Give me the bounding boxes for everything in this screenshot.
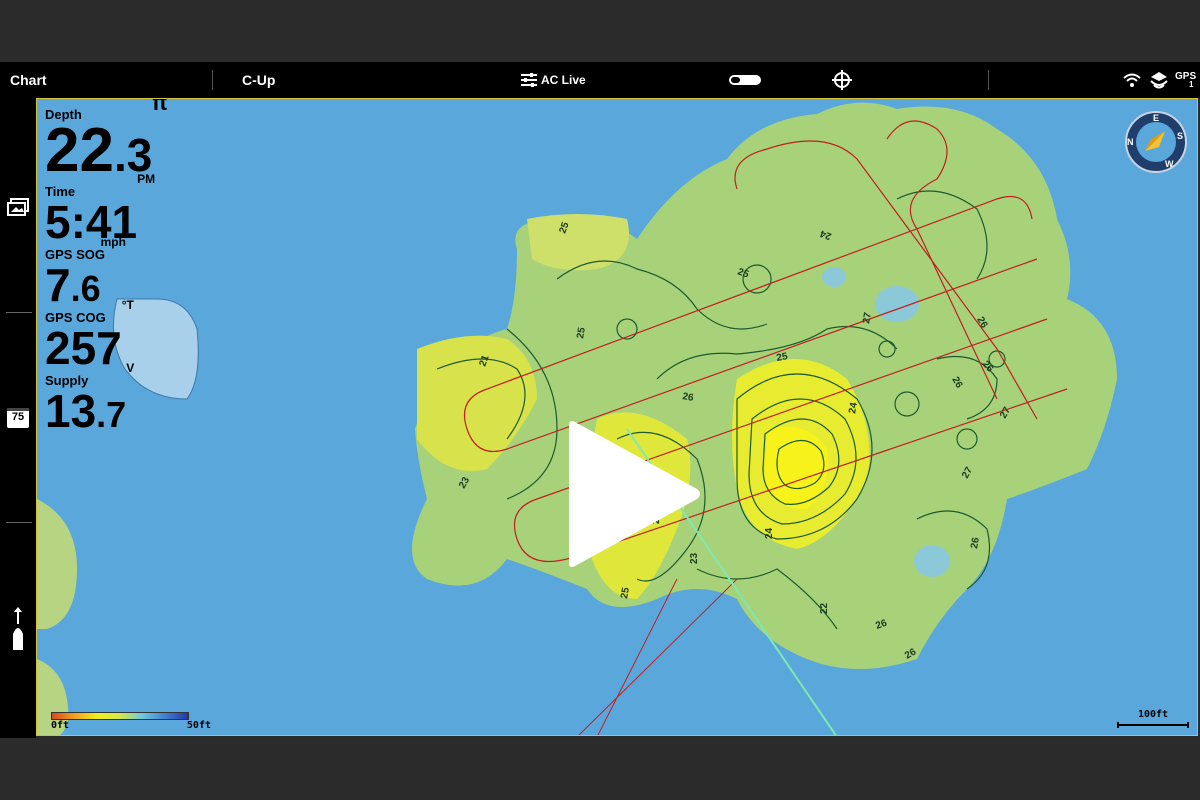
- supply-unit: V: [126, 361, 135, 375]
- cog-value: 257 °T: [45, 299, 167, 374]
- supply-value: 13.7 V: [45, 362, 167, 437]
- depth-unit: ft: [152, 98, 167, 115]
- scale-min: 0ft: [51, 720, 70, 731]
- water-temp-value: 75: [11, 411, 25, 423]
- depth-color-scale: 0ft 50ft: [51, 712, 211, 731]
- top-status-bar: Chart C-Up AC Live GPS 1: [0, 62, 1200, 98]
- land-area: [37, 499, 77, 629]
- depth-int: 22: [45, 116, 114, 185]
- compass-w: W: [1165, 159, 1174, 169]
- gps-sub: 1: [1189, 80, 1194, 89]
- left-sidebar: 75: [0, 98, 36, 738]
- deep-spot: [822, 267, 846, 287]
- separator: [212, 70, 213, 90]
- supply-dec: .7: [96, 394, 127, 435]
- chart-map[interactable]: 25 25 24 21 23 25 26 26 27 25 24 23 22 2…: [36, 98, 1198, 736]
- separator: [6, 312, 32, 313]
- time-ampm: PM: [137, 172, 156, 186]
- separator: [988, 70, 989, 90]
- distance-label: 100ft: [1137, 709, 1169, 720]
- wifi-icon[interactable]: [1122, 62, 1142, 98]
- gps-status[interactable]: GPS 1: [1175, 62, 1196, 98]
- cog-main: 257: [45, 322, 122, 374]
- battery-pill-icon[interactable]: [728, 62, 762, 98]
- sliders-icon: [521, 73, 537, 87]
- deep-spot: [914, 545, 950, 577]
- data-readouts: Depth 22.3ft Time 5:41PM GPS SOG 7.6mph …: [45, 99, 167, 437]
- sog-dec: .6: [70, 268, 101, 309]
- play-button[interactable]: [565, 419, 705, 574]
- orientation-button[interactable]: C-Up: [242, 62, 275, 98]
- compass-rose[interactable]: E S N W: [1125, 111, 1187, 178]
- screens-icon[interactable]: [7, 198, 29, 221]
- map-canvas[interactable]: 25 25 24 21 23 25 26 26 27 25 24 23 22 2…: [37, 99, 1198, 736]
- compass-n: N: [1127, 137, 1134, 147]
- supply-int: 13: [45, 385, 97, 437]
- contour-label: 22: [819, 602, 830, 614]
- depth-gradient: [51, 712, 189, 720]
- device-bezel-top: [0, 0, 1200, 62]
- view-title[interactable]: Chart: [10, 62, 47, 98]
- ac-live-label: AC Live: [541, 73, 586, 87]
- scale-max: 50ft: [186, 720, 211, 731]
- device-bezel-bottom: [0, 738, 1200, 800]
- ac-live-button[interactable]: AC Live: [520, 62, 586, 98]
- cog-unit: °T: [121, 298, 134, 312]
- sog-int: 7: [45, 259, 71, 311]
- separator: [6, 522, 32, 523]
- water-temp-badge[interactable]: 75: [7, 408, 29, 428]
- sog-value: 7.6 mph: [45, 236, 167, 311]
- compass-s: S: [1177, 131, 1183, 141]
- scale-labels: 0ft 50ft: [51, 720, 211, 731]
- contour-label: 24: [764, 527, 775, 539]
- sonar-icon[interactable]: [1148, 62, 1170, 98]
- compass-e: E: [1153, 113, 1159, 123]
- crosshair-icon[interactable]: [832, 62, 852, 98]
- distance-scale: 100ft: [1117, 709, 1189, 731]
- distance-bar-icon: [1117, 722, 1189, 728]
- boat-icon[interactable]: [10, 606, 26, 657]
- play-icon: [569, 421, 700, 567]
- sog-unit: mph: [100, 235, 126, 249]
